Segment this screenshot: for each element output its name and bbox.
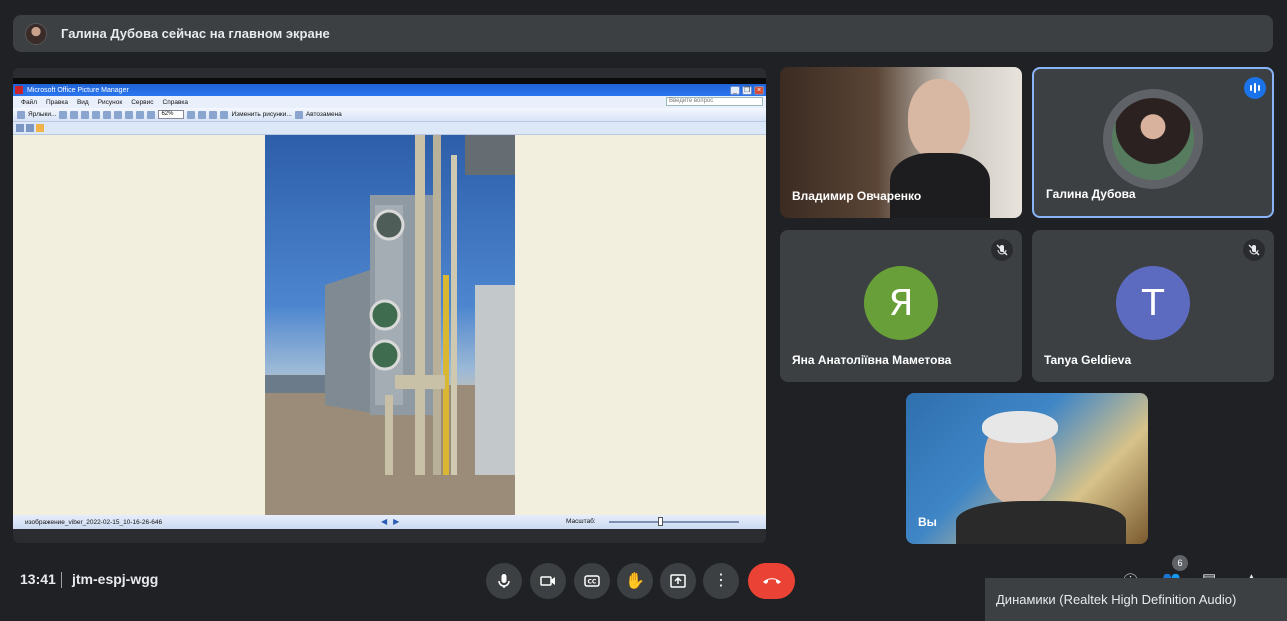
view-toolbar [13, 122, 766, 135]
close-icon: × [754, 85, 764, 95]
app-menubar: Файл Правка Вид Рисунок Сервис Справка В… [13, 96, 766, 108]
participant-name: Tanya Geldieva [1044, 353, 1132, 367]
question-box: Введите вопрос [666, 97, 763, 106]
captions-button[interactable]: CC [574, 563, 610, 599]
hand-icon: ✋ [625, 573, 645, 590]
shortcuts-label: Ярлыки... [28, 111, 57, 118]
participant-tile[interactable]: Владимир Овчаренко [780, 67, 1022, 218]
mail-icon [81, 110, 90, 119]
participant-name: Владимир Овчаренко [792, 189, 922, 203]
participant-tile[interactable]: Я Яна Анатоліївна Маметова [780, 230, 1022, 382]
presenting-banner: Галина Дубова сейчас на главном экране [13, 15, 1273, 52]
zoom-icon [187, 110, 196, 119]
present-button[interactable] [660, 563, 696, 599]
participant-name: Яна Анатоліївна Маметова [792, 353, 952, 367]
svg-text:CC: CC [588, 579, 597, 586]
mic-off-icon [991, 239, 1013, 261]
nav-arrows-icon: ◀▶ [381, 517, 406, 526]
more-options-button[interactable]: ⋮ [703, 563, 739, 599]
filmstrip-view-icon [26, 124, 34, 132]
menu-picture: Рисунок [97, 98, 123, 106]
clock: 13:41 [20, 571, 56, 587]
raise-hand-button[interactable]: ✋ [617, 563, 653, 599]
participant-avatar: T [1116, 266, 1190, 340]
presenting-banner-text: Галина Дубова сейчас на главном экране [61, 26, 330, 41]
app-icon [15, 86, 23, 94]
copy-icon [103, 110, 112, 119]
shared-screen[interactable]: Microsoft Office Picture Manager _ ❐ × Ф… [13, 68, 766, 543]
picture-manager-window: Microsoft Office Picture Manager _ ❐ × Ф… [13, 84, 766, 529]
status-filename: изображение_viber_2022-02-15_10-16-26-64… [25, 518, 163, 526]
picture-canvas [13, 135, 766, 515]
meet-window: Галина Дубова сейчас на главном экране M… [0, 0, 1287, 621]
print-icon [70, 110, 79, 119]
thumbnail-view-icon [16, 124, 24, 132]
edit-picture-icon [220, 110, 229, 119]
leave-call-button[interactable] [748, 563, 795, 599]
rotate-right-icon [209, 110, 218, 119]
cut-icon [92, 110, 101, 119]
menu-tools: Сервис [131, 98, 154, 106]
app-statusbar: изображение_viber_2022-02-15_10-16-26-64… [13, 515, 766, 529]
restore-icon: ❐ [742, 85, 752, 95]
participant-name: Галина Дубова [1046, 187, 1136, 201]
more-vert-icon: ⋮ [713, 572, 729, 589]
present-icon [670, 574, 686, 588]
camera-icon [540, 576, 555, 586]
menu-help: Справка [162, 98, 189, 106]
save-icon [59, 110, 68, 119]
self-video [956, 411, 1126, 544]
menu-file: Файл [21, 98, 37, 106]
participant-avatar [1103, 89, 1203, 189]
delete-icon [125, 110, 134, 119]
zoom-label: Масштаб: [566, 518, 596, 525]
self-tile[interactable]: Вы [906, 393, 1148, 544]
edit-picture-label: Изменить рисунки... [231, 111, 292, 118]
participants-count-badge: 6 [1172, 555, 1188, 571]
app-toolbar: Ярлыки... 62% Изменить рисунки... Автоза… [13, 108, 766, 122]
participant-avatar: Я [864, 266, 938, 340]
captions-icon: CC [584, 575, 600, 587]
participant-name: Вы [918, 515, 937, 529]
speaker-tooltip: Динамики (Realtek High Definition Audio) [985, 578, 1287, 621]
shortcuts-icon [17, 110, 25, 119]
redo-icon [147, 110, 156, 119]
paste-icon [114, 110, 123, 119]
rotate-left-icon [198, 110, 207, 119]
speaking-indicator-icon [1244, 77, 1266, 99]
app-titlebar: Microsoft Office Picture Manager _ ❐ × [13, 84, 766, 96]
presenter-avatar [25, 22, 47, 45]
grain-dryer-photo [265, 135, 515, 515]
camera-button[interactable] [530, 563, 566, 599]
microphone-icon [498, 574, 510, 588]
autocorrect-icon [294, 110, 303, 119]
menu-edit: Правка [45, 98, 68, 106]
microphone-button[interactable] [486, 563, 522, 599]
single-view-icon [36, 124, 44, 132]
minimize-icon: _ [730, 85, 740, 95]
mic-off-icon [1243, 239, 1265, 261]
zoom-slider [609, 521, 739, 523]
app-title: Microsoft Office Picture Manager [27, 86, 129, 94]
zoom-slider-thumb [658, 517, 663, 526]
zoom-field: 62% [158, 110, 185, 119]
hang-up-icon [762, 578, 781, 584]
meeting-code: jtm-espj-wgg [72, 571, 159, 587]
participant-tile-active[interactable]: Галина Дубова [1032, 67, 1274, 218]
autocorrect-label: Автозамена [305, 111, 342, 118]
photo-drawing [265, 135, 515, 515]
undo-icon [136, 110, 145, 119]
participant-tile[interactable]: T Tanya Geldieva [1032, 230, 1274, 382]
menu-view: Вид [76, 98, 89, 106]
